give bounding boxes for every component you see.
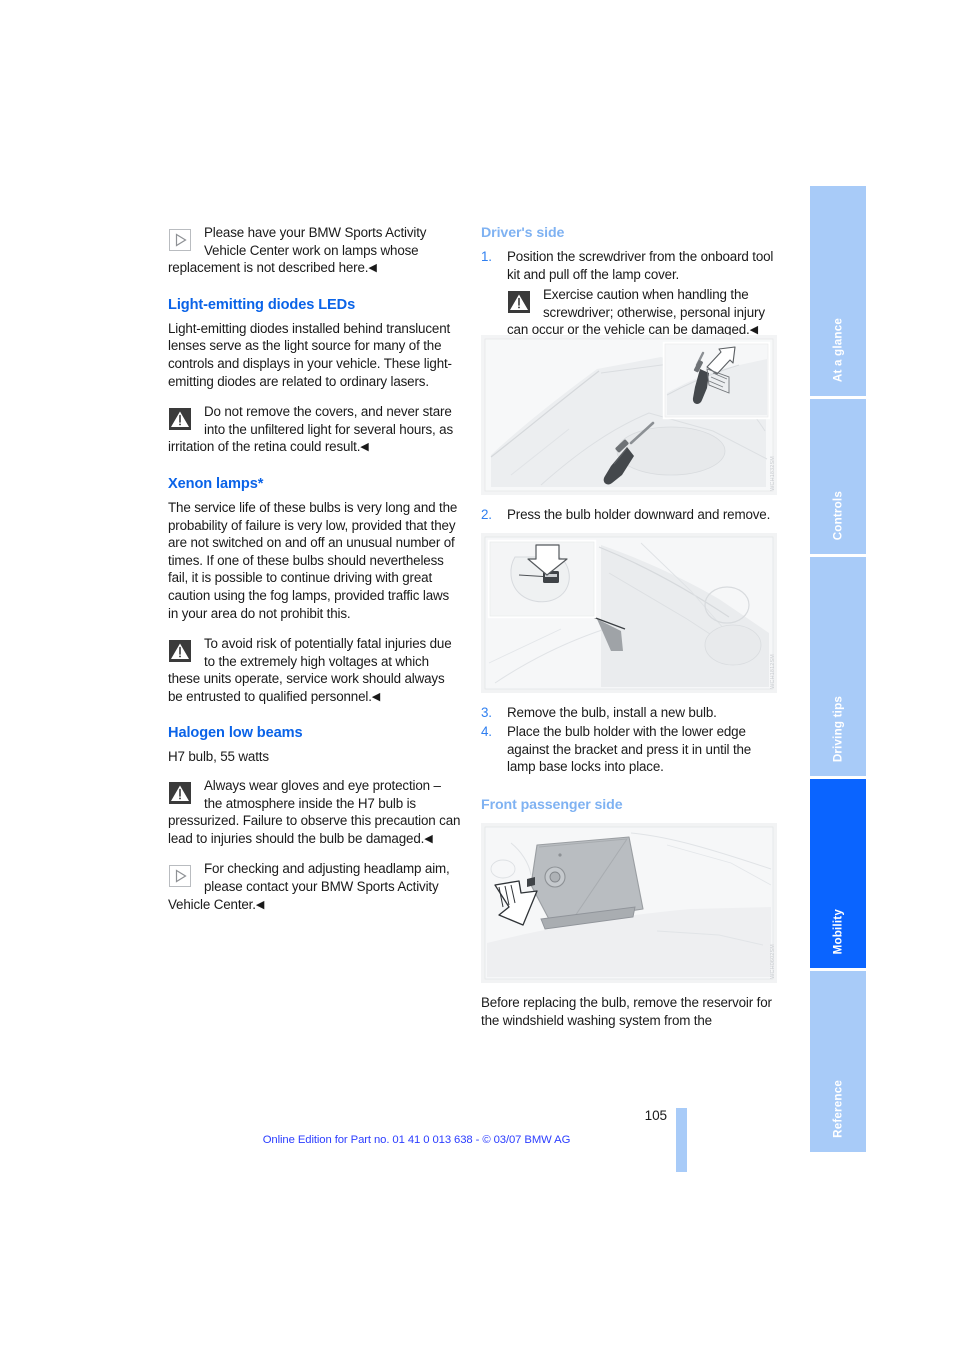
step-text: Remove the bulb, install a new bulb. [507, 704, 717, 720]
drivers-side-steps-1: 1. Position the screwdriver from the onb… [481, 248, 777, 283]
figure-washer-reservoir: WCH0602SM [481, 822, 777, 983]
note-triangle-outline-icon [168, 861, 198, 891]
manual-page: Please have your BMW Sports Activity Veh… [0, 0, 954, 1351]
intro-note-block: Please have your BMW Sports Activity Veh… [168, 224, 462, 277]
figure2-watermark: WCH1812SM [770, 653, 776, 689]
warning-triangle-icon [168, 636, 198, 666]
step-number: 3. [481, 704, 492, 720]
drivers-side-steps-3: 3. Remove the bulb, install a new bulb. … [481, 704, 777, 776]
step1-warning-block: Exercise caution when handling the screw… [507, 286, 777, 339]
tab-reference[interactable]: Reference [810, 971, 866, 1152]
tab-mobility-label: Mobility [831, 908, 845, 954]
figure3-watermark: WCH0602SM [770, 944, 776, 979]
section-tab-rail: At a glance Controls Driving tips Mobili… [810, 186, 866, 1186]
list-item: 2. Press the bulb holder downward and re… [481, 506, 777, 524]
leds-warning-text: Do not remove the covers, and never star… [168, 404, 454, 455]
note-triangle-outline-icon [168, 225, 198, 255]
tab-controls-label: Controls [831, 490, 845, 540]
tab-mobility[interactable]: Mobility [810, 779, 866, 968]
figure3-graphic [481, 822, 777, 983]
tab-driving-tips[interactable]: Driving tips [810, 557, 866, 776]
tab-driving-tips-label: Driving tips [831, 695, 845, 762]
warning-triangle-icon [168, 404, 198, 434]
intro-note-endmark: ◀ [368, 262, 377, 275]
leds-warning-endmark: ◀ [360, 441, 369, 454]
list-item: 3. Remove the bulb, install a new bulb. [481, 704, 777, 722]
figure2-graphic [481, 532, 777, 693]
heading-halogen-low-beams: Halogen low beams [168, 725, 303, 742]
heading-xenon-lamps: Xenon lamps* [168, 475, 264, 492]
xenon-warning-endmark: ◀ [371, 690, 381, 703]
leds-warning-block: Do not remove the covers, and never star… [168, 403, 462, 456]
list-item: 4. Place the bulb holder with the lower … [481, 723, 777, 776]
step-number: 2. [481, 506, 492, 522]
halogen-warning-block: Always wear gloves and eye protection – … [168, 777, 462, 847]
step1-warning-text: Exercise caution when handling the screw… [507, 287, 765, 338]
page-number: 105 [644, 1108, 667, 1123]
figure1-graphic [481, 334, 777, 495]
step-text: Position the screwdriver from the onboar… [507, 249, 774, 282]
step-text: Press the bulb holder downward and remov… [507, 506, 771, 522]
halogen-warning-endmark: ◀ [424, 832, 433, 845]
heading-front-passenger-side: Front passenger side [481, 796, 623, 813]
heading-leds: Light-emitting diodes LEDs [168, 296, 356, 313]
figure-headlamp-cover-screwdriver: WCH1832SM [481, 334, 777, 495]
warning-triangle-icon [168, 778, 198, 808]
heading-drivers-side: Driver's side [481, 225, 565, 241]
xenon-warning-text: To avoid risk of potentially fatal injur… [168, 636, 452, 704]
front-passenger-body-text: Before replacing the bulb, remove the re… [481, 994, 772, 1028]
halogen-spec-text: H7 bulb, 55 watts [168, 749, 269, 765]
tab-at-a-glance[interactable]: At a glance [810, 186, 866, 396]
list-item: 1. Position the screwdriver from the onb… [481, 248, 777, 283]
halogen-warning-text: Always wear gloves and eye protection – … [168, 778, 461, 846]
figure1-watermark: WCH1832SM [770, 456, 776, 491]
warning-triangle-icon [507, 287, 537, 317]
step-number: 1. [481, 249, 492, 264]
halogen-note-block: For checking and adjusting headlamp aim,… [168, 860, 462, 913]
tab-at-a-glance-label: At a glance [831, 317, 845, 382]
tab-reference-label: Reference [831, 1080, 845, 1138]
footer-edition-note: Online Edition for Part no. 01 41 0 013 … [262, 1134, 571, 1146]
halogen-note-text: For checking and adjusting headlamp aim,… [168, 861, 450, 912]
drivers-side-steps-2: 2. Press the bulb holder downward and re… [481, 506, 777, 524]
xenon-warning-block: To avoid risk of potentially fatal injur… [168, 635, 462, 705]
figure-bulb-holder-press: WCH1812SM [481, 532, 777, 693]
intro-note-text: Please have your BMW Sports Activity Veh… [168, 225, 427, 276]
right-text-column: Driver's side 1. Position the screwdrive… [481, 224, 777, 1042]
xenon-body-text: The service life of these bulbs is very … [168, 499, 458, 621]
step-text: Place the bulb holder with the lower edg… [507, 724, 752, 775]
leds-body-text: Light-emitting diodes installed behind t… [168, 320, 452, 389]
halogen-note-endmark: ◀ [255, 898, 265, 911]
left-text-column: Please have your BMW Sports Activity Veh… [168, 224, 462, 926]
step-number: 4. [481, 724, 492, 740]
footer-accent-bar [676, 1108, 687, 1172]
tab-controls[interactable]: Controls [810, 399, 866, 554]
